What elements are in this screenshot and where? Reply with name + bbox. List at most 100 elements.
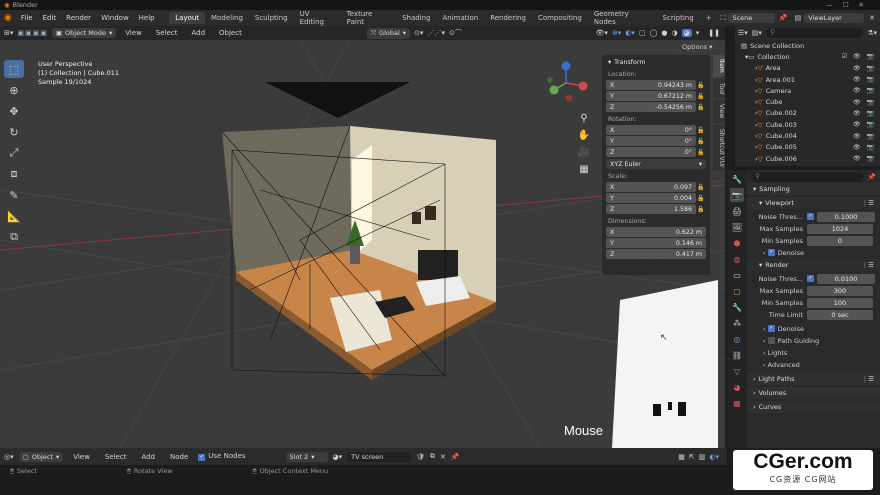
vp-menu-object[interactable]: Object: [214, 29, 247, 37]
lights-row[interactable]: › Lights: [747, 347, 880, 358]
location-y-field[interactable]: Y 0.67212 m: [606, 91, 696, 101]
lock-icon[interactable]: 🔓: [696, 104, 706, 111]
scale-x-field[interactable]: X 0.097: [606, 182, 696, 192]
zoom-icon[interactable]: ⚲: [576, 110, 592, 127]
rotation-y-field[interactable]: Y 0°: [606, 136, 696, 146]
shading-material-icon[interactable]: ◑: [672, 29, 678, 37]
outliner-editor-icon[interactable]: ☰▾: [738, 29, 748, 37]
vp-noise-field[interactable]: 0.1000: [817, 211, 875, 222]
options-button[interactable]: Options ▾: [676, 41, 719, 53]
pivot-icon[interactable]: ⊙▾: [414, 29, 423, 37]
location-z-field[interactable]: Z -0.54256 m: [606, 102, 696, 112]
select-mode-icons[interactable]: ▣▣▣▣: [17, 29, 47, 37]
scale-y-field[interactable]: Y 0.004: [606, 193, 696, 203]
lock-icon[interactable]: 🔓: [696, 93, 706, 100]
location-x-field[interactable]: X 0.94243 m: [606, 80, 696, 90]
lock-icon[interactable]: 🔓: [696, 82, 706, 89]
lock-icon[interactable]: 🔓: [696, 149, 706, 156]
denoise-viewport-row[interactable]: › ✓ Denoise: [747, 247, 880, 258]
outliner-item[interactable]: › ▽ Camera 👁 📷: [735, 85, 880, 96]
visibility-toggle-icon[interactable]: 👁 📷: [853, 76, 880, 83]
viewport-subsection[interactable]: ▾ Viewport ⋮☰: [747, 197, 880, 209]
visibility-toggle-icon[interactable]: 👁 📷: [853, 144, 880, 151]
shading-rendered-icon[interactable]: ◕: [681, 29, 692, 37]
vp-min-field[interactable]: 0: [807, 235, 873, 246]
data-properties-icon[interactable]: ▽: [730, 364, 744, 378]
material-browse-icon[interactable]: ◕▾: [333, 453, 343, 461]
menu-help[interactable]: Help: [134, 14, 160, 22]
tool-settings-icon[interactable]: 🔧: [730, 172, 744, 186]
dimensions-x-field[interactable]: X 0.622 m: [606, 227, 706, 237]
modifier-properties-icon[interactable]: 🔧: [730, 300, 744, 314]
scene-icon[interactable]: ⛶: [718, 14, 729, 23]
output-properties-icon[interactable]: 🖨: [730, 204, 744, 218]
measure-icon[interactable]: 📐: [4, 207, 24, 225]
select-box-icon[interactable]: ⬚: [4, 60, 24, 78]
tab-sculpting[interactable]: Sculpting: [249, 12, 294, 24]
tab-scripting[interactable]: Scripting: [657, 12, 700, 24]
overlay-toggle-icon[interactable]: ◐▾: [709, 453, 719, 461]
r-noise-field[interactable]: 0.0100: [817, 273, 875, 284]
snap-toggle-icon[interactable]: ▦: [678, 453, 685, 461]
snap-icon[interactable]: ⋰⋰▾: [427, 29, 445, 37]
se-menu-select[interactable]: Select: [100, 453, 132, 461]
transform-header[interactable]: ▾ Transform: [606, 58, 706, 67]
duplicate-material-icon[interactable]: ⧉: [430, 452, 435, 461]
tab-compositing[interactable]: Compositing: [532, 12, 588, 24]
unlink-material-icon[interactable]: ✕: [440, 453, 446, 461]
scale-z-field[interactable]: Z 1.586: [606, 204, 696, 214]
filter-icon[interactable]: ⚗▾: [867, 29, 877, 37]
close-icon[interactable]: ✕: [864, 14, 880, 22]
light-paths-section[interactable]: › Light Paths ⋮☰: [747, 373, 880, 385]
overlay-icon[interactable]: ◐▾: [625, 29, 635, 37]
se-menu-add[interactable]: Add: [136, 453, 160, 461]
collection-properties-icon[interactable]: ▭: [730, 268, 744, 282]
outliner-item[interactable]: › ▽ Cube 👁 📷: [735, 96, 880, 107]
menu-file[interactable]: File: [16, 14, 38, 22]
xray-icon[interactable]: ▢: [639, 29, 646, 37]
visibility-icon[interactable]: 👁▾: [596, 29, 608, 37]
tab-texture-paint[interactable]: Texture Paint: [341, 8, 396, 28]
scale-icon[interactable]: ⤢: [4, 144, 24, 162]
visibility-toggle-icon[interactable]: 👁 📷: [853, 155, 880, 162]
properties-pin-icon[interactable]: 📌: [868, 173, 876, 181]
visibility-toggle-icon[interactable]: 👁 📷: [853, 65, 880, 72]
use-nodes-toggle[interactable]: ✓ Use Nodes: [198, 452, 246, 461]
scene-collection-row[interactable]: ▤ Scene Collection: [735, 40, 880, 51]
pan-hand-icon[interactable]: ✋: [576, 127, 592, 144]
dimensions-y-field[interactable]: Y 0.146 m: [606, 238, 706, 248]
camera-view-icon[interactable]: 🎥: [576, 144, 592, 161]
tab-geometry-nodes[interactable]: Geometry Nodes: [588, 8, 657, 28]
menu-render[interactable]: Render: [61, 14, 96, 22]
scene-selector[interactable]: Scene: [728, 13, 775, 23]
cursor-icon[interactable]: ⊕: [4, 81, 24, 99]
lock-icon[interactable]: 🔓: [696, 184, 706, 191]
outliner-item[interactable]: › ▽ Area.001 👁 📷: [735, 74, 880, 85]
rotate-icon[interactable]: ↻: [4, 123, 24, 141]
collection-checkbox-icon[interactable]: ☑ 👁 📷: [842, 53, 880, 60]
outliner-item[interactable]: › ▽ Cube.003 👁 📷: [735, 119, 880, 130]
window-controls[interactable]: —☐✕: [826, 1, 880, 9]
outliner-search-input[interactable]: ⚲: [765, 28, 864, 38]
pin-icon[interactable]: 📌: [775, 14, 792, 22]
render-properties-icon[interactable]: 📷: [730, 188, 744, 202]
denoise-render-row[interactable]: › ✓ Denoise: [747, 323, 880, 334]
lock-icon[interactable]: 🔓: [696, 195, 706, 202]
menu-edit[interactable]: Edit: [38, 14, 62, 22]
path-guiding-row[interactable]: › Path Guiding: [747, 335, 880, 346]
fake-user-icon[interactable]: 🛡: [416, 453, 425, 461]
checkbox-icon[interactable]: ✓: [807, 213, 814, 220]
transform-icon[interactable]: ⧈: [4, 165, 24, 183]
outliner-item[interactable]: › ▽ Cube.005 👁 📷: [735, 142, 880, 153]
tab-shading[interactable]: Shading: [396, 12, 436, 24]
transform-orientation[interactable]: ⤧ Global ▾: [366, 27, 411, 39]
outliner-item[interactable]: › ▽ Cube.004 👁 📷: [735, 130, 880, 141]
list-icon[interactable]: ⋮☰: [862, 199, 880, 207]
pause-render-icon[interactable]: ❚❚: [703, 29, 725, 37]
annotate-icon[interactable]: ✎: [4, 186, 24, 204]
move-icon[interactable]: ✥: [4, 102, 24, 120]
se-menu-node[interactable]: Node: [165, 453, 193, 461]
outliner-item[interactable]: › ▽ Cube.006 👁 📷: [735, 153, 880, 164]
tab-rendering[interactable]: Rendering: [484, 12, 532, 24]
object-properties-icon[interactable]: ▢: [730, 284, 744, 298]
